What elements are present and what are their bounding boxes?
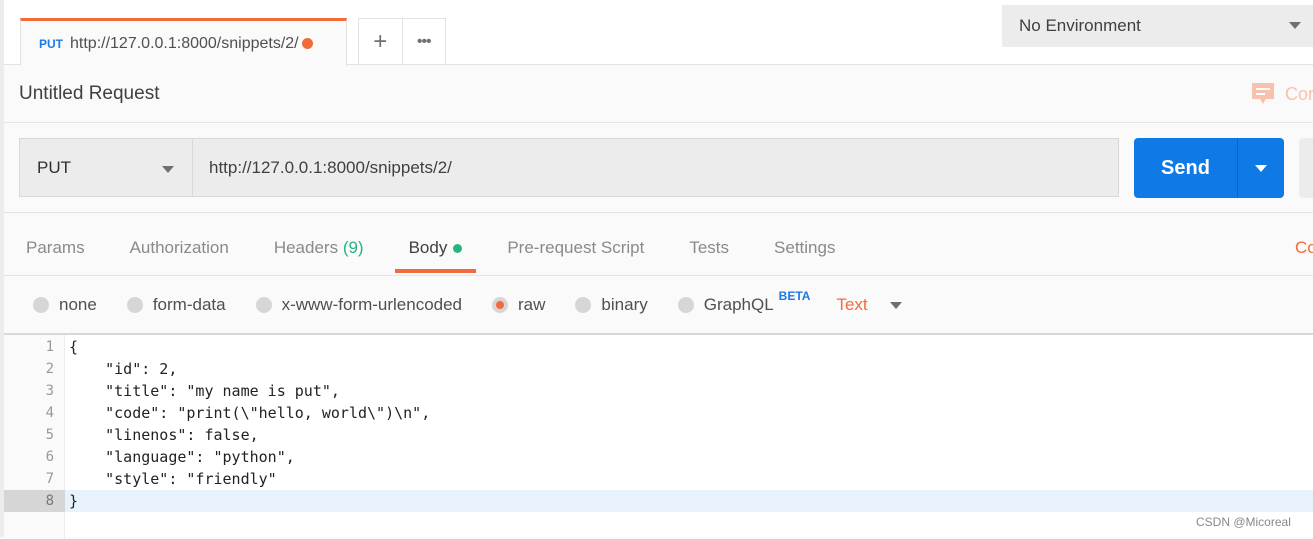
- line-number: 8: [4, 490, 65, 512]
- radio-graphql[interactable]: GraphQL BETA: [677, 289, 810, 315]
- line-text: "code": "print(\"hello, world\")\n",: [69, 404, 431, 422]
- line-text: "style": "friendly": [69, 470, 277, 488]
- request-title[interactable]: Untitled Request: [19, 83, 159, 105]
- tab-params[interactable]: Params: [26, 238, 85, 275]
- environment-select[interactable]: No Environment: [1002, 5, 1313, 47]
- request-tabs: Params Authorization Headers (9) Body Pr…: [26, 238, 880, 275]
- method-label: PUT: [37, 157, 71, 177]
- comments-label: Comments: [1285, 83, 1313, 104]
- divider: [4, 275, 1313, 276]
- radio-selected-icon: [492, 297, 509, 313]
- more-tabs-button[interactable]: •••: [403, 19, 446, 64]
- code-line[interactable]: 3 "title": "my name is put",: [4, 380, 1313, 402]
- radio-icon: [126, 297, 143, 313]
- tab-label: Body: [408, 238, 448, 257]
- divider: [4, 122, 1313, 123]
- code-line[interactable]: 4 "code": "print(\"hello, world\")\n",: [4, 402, 1313, 424]
- code-line[interactable]: 5 "linenos": false,: [4, 424, 1313, 446]
- tab-url: http://127.0.0.1:8000/snippets/2/: [70, 34, 299, 52]
- radio-icon: [255, 297, 272, 313]
- radio-label: form-data: [152, 295, 226, 314]
- tab-label: Settings: [774, 238, 836, 257]
- tab-label: Tests: [689, 238, 730, 257]
- code-line[interactable]: 1{: [4, 336, 1313, 358]
- code-editor[interactable]: 1{2 "id": 2, 3 "title": "my name is put",…: [4, 333, 1313, 539]
- comment-icon: [1252, 83, 1274, 104]
- tab-tests[interactable]: Tests: [689, 238, 729, 275]
- line-number: 7: [45, 471, 54, 487]
- send-button[interactable]: Send: [1134, 138, 1284, 198]
- chevron-down-icon: [1289, 22, 1301, 29]
- content-type-label: Text: [836, 295, 868, 314]
- radio-none[interactable]: none: [33, 295, 97, 315]
- tab-authorization[interactable]: Authorization: [130, 238, 229, 275]
- line-number: 5: [45, 427, 54, 443]
- radio-icon: [33, 297, 49, 313]
- beta-badge: BETA: [778, 289, 811, 303]
- code-line[interactable]: 7 "style": "friendly": [4, 468, 1313, 490]
- tab-body[interactable]: Body: [394, 238, 477, 275]
- body-indicator-icon: [453, 244, 463, 254]
- tab-label: Params: [26, 238, 85, 257]
- line-text: }: [69, 492, 79, 510]
- cookies-link[interactable]: Cookies: [1295, 238, 1313, 258]
- chevron-down-icon: [1255, 164, 1267, 172]
- save-button[interactable]: [1299, 138, 1313, 198]
- line-text: "linenos": false,: [69, 426, 259, 444]
- send-options-button[interactable]: [1238, 138, 1284, 198]
- radio-icon: [575, 297, 592, 313]
- chevron-down-icon: [889, 301, 902, 309]
- radio-label: x-www-form-urlencoded: [281, 295, 463, 314]
- divider: [4, 212, 1313, 213]
- code-line[interactable]: 2 "id": 2,: [4, 358, 1313, 380]
- tab-actions: + •••: [358, 18, 446, 64]
- tab-settings[interactable]: Settings: [774, 238, 835, 275]
- radio-label: none: [59, 295, 97, 314]
- tab-label: Headers: [273, 238, 339, 257]
- tab-label: Pre-request Script: [507, 238, 645, 257]
- comments-button[interactable]: Comments: [1251, 82, 1313, 106]
- headers-count: (9): [342, 238, 364, 257]
- environment-label: No Environment: [1019, 16, 1141, 35]
- radio-label: raw: [518, 295, 546, 314]
- line-number: 4: [45, 405, 54, 421]
- radio-form-data[interactable]: form-data: [126, 295, 226, 315]
- line-text: "title": "my name is put",: [69, 382, 340, 400]
- radio-binary[interactable]: binary: [575, 295, 648, 315]
- unsaved-dot-icon: [301, 38, 313, 49]
- tab-method: PUT: [39, 36, 63, 51]
- new-tab-button[interactable]: +: [359, 19, 403, 64]
- radio-icon: [677, 297, 694, 313]
- radio-x-www-form-urlencoded[interactable]: x-www-form-urlencoded: [255, 295, 463, 315]
- line-text: "language": "python",: [69, 448, 295, 466]
- request-tab[interactable]: PUT http://127.0.0.1:8000/snippets/2/: [20, 18, 347, 66]
- code-line[interactable]: 6 "language": "python",: [4, 446, 1313, 468]
- line-number: 3: [45, 383, 54, 399]
- radio-label: GraphQL: [703, 295, 774, 314]
- send-label[interactable]: Send: [1134, 138, 1238, 198]
- line-number: 1: [45, 339, 54, 355]
- content-type-select[interactable]: Text: [836, 295, 902, 315]
- radio-label: binary: [601, 295, 648, 314]
- code-line[interactable]: 8}: [4, 490, 1313, 512]
- line-number: 2: [45, 361, 54, 377]
- watermark: CSDN @Micoreal: [1196, 515, 1291, 529]
- chevron-down-icon: [162, 166, 174, 173]
- radio-raw[interactable]: raw: [492, 295, 545, 315]
- body-type-selector: none form-data x-www-form-urlencoded raw…: [33, 289, 902, 315]
- tab-headers[interactable]: Headers (9): [274, 238, 364, 275]
- method-select[interactable]: PUT: [19, 138, 193, 197]
- tab-label: Authorization: [129, 238, 229, 257]
- url-input[interactable]: http://127.0.0.1:8000/snippets/2/: [192, 138, 1119, 197]
- line-number: 6: [45, 449, 54, 465]
- line-text: {: [69, 338, 79, 356]
- tab-pre-request-script[interactable]: Pre-request Script: [507, 238, 644, 275]
- line-text: "id": 2,: [69, 360, 178, 378]
